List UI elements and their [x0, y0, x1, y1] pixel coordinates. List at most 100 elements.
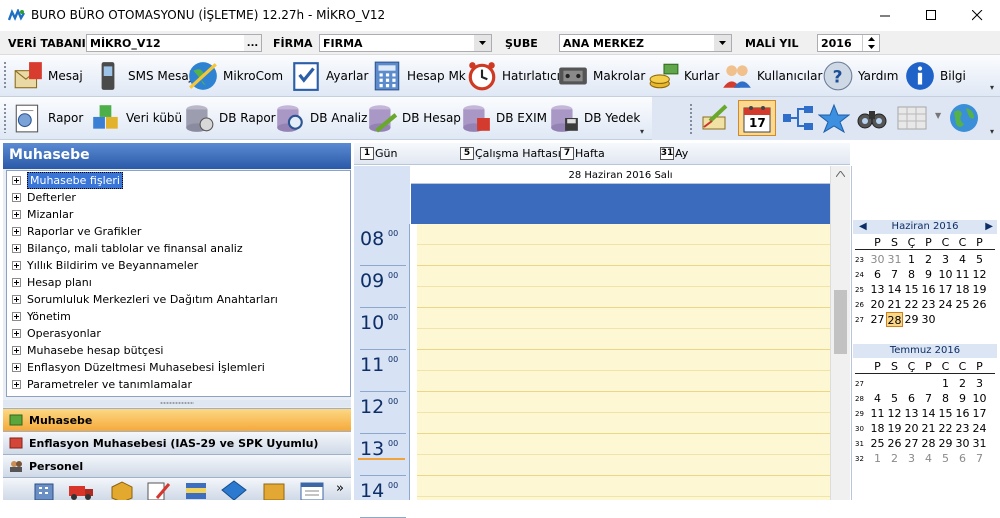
day-cell[interactable]: 23: [954, 421, 971, 436]
day-cell[interactable]: 9: [920, 267, 937, 282]
day-cell[interactable]: 23: [920, 297, 937, 312]
folder-icon[interactable]: [261, 480, 287, 500]
toolbar-button-db-report[interactable]: DB Rapor: [183, 102, 276, 134]
database-field[interactable]: MİKRO_V12 ...: [86, 34, 262, 52]
day-cell[interactable]: 3: [971, 376, 988, 391]
org-chart-icon[interactable]: [782, 105, 814, 131]
expand-icon[interactable]: [12, 227, 21, 236]
day-cell[interactable]: 4: [869, 391, 886, 406]
day-cell[interactable]: 25: [869, 436, 886, 451]
tree-item[interactable]: Hesap planı: [7, 274, 350, 291]
prev-month-button[interactable]: ◀: [859, 220, 867, 234]
binoculars-icon[interactable]: [856, 106, 888, 130]
panel-splitter[interactable]: [3, 400, 351, 407]
day-cell[interactable]: 2: [920, 252, 937, 267]
day-cell[interactable]: 3: [937, 252, 954, 267]
day-cell[interactable]: 7: [920, 391, 937, 406]
grid-view-dropdown-icon[interactable]: ▼: [935, 111, 941, 120]
day-cell[interactable]: 4: [920, 451, 937, 466]
view-button[interactable]: 1 Gün: [360, 147, 397, 160]
day-cell[interactable]: 30: [869, 252, 886, 267]
day-cell[interactable]: 26: [886, 436, 903, 451]
day-cell[interactable]: 25: [954, 297, 971, 312]
day-cell[interactable]: 12: [886, 406, 903, 421]
day-cell[interactable]: 6: [954, 451, 971, 466]
toolbar-overflow-icon[interactable]: ▾: [990, 127, 1000, 137]
expand-icon[interactable]: [12, 312, 21, 321]
globe-icon[interactable]: [948, 102, 980, 134]
day-cell[interactable]: 29: [937, 436, 954, 451]
box-icon[interactable]: [109, 480, 135, 500]
toolbar-button-report[interactable]: Rapor: [12, 102, 83, 134]
day-cell[interactable]: 28: [920, 436, 937, 451]
day-cell[interactable]: 16: [954, 406, 971, 421]
maximize-button[interactable]: [908, 0, 954, 31]
day-cell[interactable]: 13: [903, 406, 920, 421]
expand-icon[interactable]: [12, 363, 21, 372]
day-cell[interactable]: 28: [886, 312, 903, 327]
tree-item[interactable]: Sorumluluk Merkezleri ve Dağıtım Anahtar…: [7, 291, 350, 308]
day-cell[interactable]: 30: [954, 436, 971, 451]
next-month-button[interactable]: ▶: [985, 220, 993, 234]
day-cell[interactable]: 17: [971, 406, 988, 421]
day-cell[interactable]: 18: [869, 421, 886, 436]
form-edit-icon[interactable]: [145, 480, 171, 500]
day-cell[interactable]: 5: [886, 391, 903, 406]
day-cell[interactable]: 9: [954, 391, 971, 406]
day-cell[interactable]: 18: [954, 282, 971, 297]
tree-item[interactable]: Operasyonlar: [7, 325, 350, 342]
fiscal-year-spinner[interactable]: 2016: [817, 34, 880, 52]
toolbar-button-db-backup[interactable]: DB Yedek: [548, 102, 640, 134]
day-cell[interactable]: 15: [937, 406, 954, 421]
star-icon[interactable]: [818, 103, 850, 133]
scroll-up-icon[interactable]: [836, 171, 845, 177]
toolbar-button-calculator[interactable]: Hesap Mk: [371, 60, 466, 92]
day-cell[interactable]: 22: [903, 297, 920, 312]
close-button[interactable]: [954, 0, 1000, 31]
tree-item[interactable]: Defterler: [7, 189, 350, 206]
toolbar-button-help[interactable]: ? Yardım: [822, 60, 898, 92]
day-cell[interactable]: 24: [971, 421, 988, 436]
branch-select[interactable]: ANA MERKEZ: [559, 34, 732, 52]
day-cell[interactable]: 10: [937, 267, 954, 282]
expand-icon[interactable]: [12, 193, 21, 202]
day-cell[interactable]: 1: [937, 376, 954, 391]
day-cell[interactable]: 3: [903, 451, 920, 466]
window-list-icon[interactable]: [299, 480, 327, 500]
toolbar-button-phone[interactable]: SMS Mesaj: [92, 60, 192, 92]
day-cell[interactable]: 17: [937, 282, 954, 297]
day-cell[interactable]: 31: [886, 252, 903, 267]
spinner-arrows-icon[interactable]: [862, 35, 879, 51]
day-cell[interactable]: 7: [886, 267, 903, 282]
view-button[interactable]: 7 Hafta: [560, 147, 605, 160]
building-icon[interactable]: [31, 480, 57, 500]
day-cell[interactable]: 12: [971, 267, 988, 282]
day-cell[interactable]: 1: [869, 451, 886, 466]
day-cell[interactable]: 2: [954, 376, 971, 391]
toolbar-grip[interactable]: [689, 103, 693, 134]
day-cell[interactable]: 5: [937, 451, 954, 466]
toolbar-button-users[interactable]: Kullanıcılar: [721, 60, 822, 92]
toolbar-button-message[interactable]: Mesaj: [12, 60, 83, 92]
tree-item[interactable]: Yıllık Bildirim ve Beyannameler: [7, 257, 350, 274]
day-cell[interactable]: 30: [920, 312, 937, 327]
expand-icon[interactable]: [12, 244, 21, 253]
day-cell[interactable]: 21: [886, 297, 903, 312]
tree-item[interactable]: Enflasyon Düzeltmesi Muhasebesi İşlemler…: [7, 359, 350, 376]
minimize-button[interactable]: [862, 0, 908, 31]
grid-view-icon[interactable]: [896, 105, 928, 131]
day-cell[interactable]: 1: [903, 252, 920, 267]
day-cell[interactable]: 14: [920, 406, 937, 421]
tree-item[interactable]: Parametreler ve tanımlamalar: [7, 376, 350, 393]
day-cell[interactable]: 8: [937, 391, 954, 406]
day-cell[interactable]: 27: [903, 436, 920, 451]
tree-item[interactable]: Yönetim: [7, 308, 350, 325]
nav-button[interactable]: Enflasyon Muhasebesi (IAS-29 ve SPK Uyum…: [3, 431, 351, 454]
database-browse-button[interactable]: ...: [244, 35, 261, 51]
toolbar-grip[interactable]: [3, 61, 7, 90]
edit-brush-icon[interactable]: [700, 103, 732, 133]
day-cell[interactable]: 19: [971, 282, 988, 297]
calendar-button[interactable]: 17: [738, 100, 776, 136]
day-cell[interactable]: 7: [971, 451, 988, 466]
day-cell[interactable]: 21: [920, 421, 937, 436]
